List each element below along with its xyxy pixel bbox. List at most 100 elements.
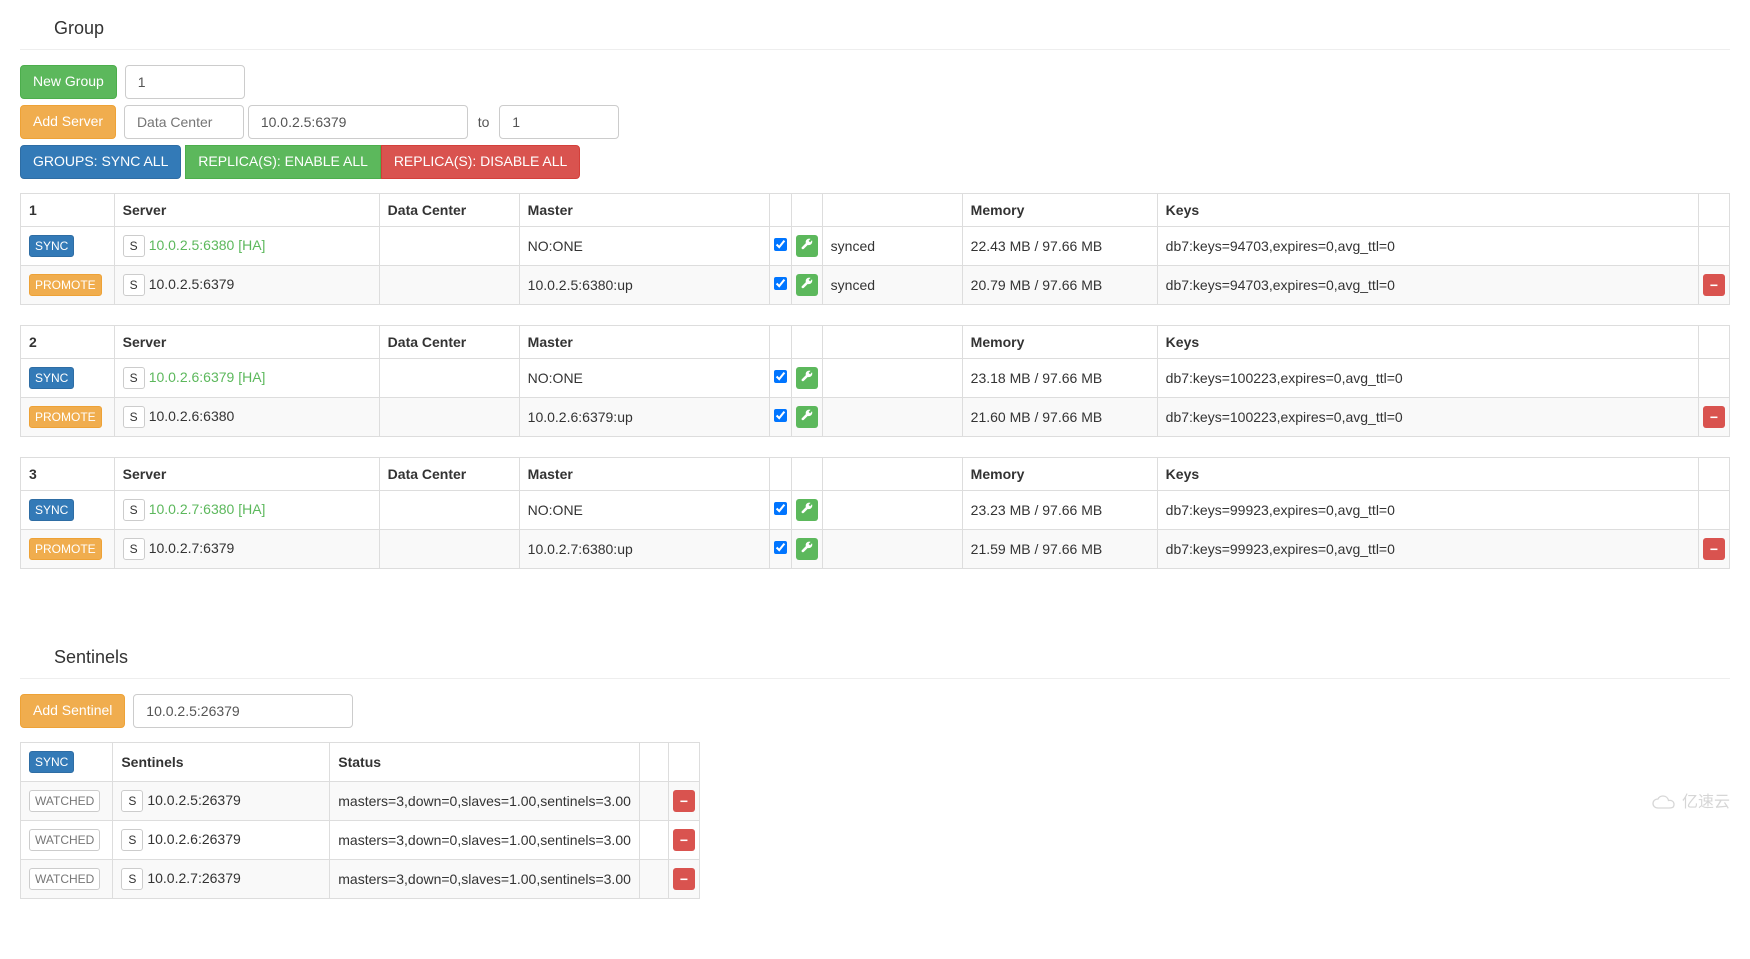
col-server: Server (114, 193, 379, 226)
col-status: Status (330, 742, 640, 781)
col-master: Master (519, 193, 769, 226)
sync-state (822, 490, 962, 529)
sentinel-status: masters=3,down=0,slaves=1.00,sentinels=3… (330, 781, 640, 820)
server-badge[interactable]: S (123, 499, 145, 521)
data-center-cell (379, 226, 519, 265)
watermark: 亿速云 (1650, 788, 1730, 812)
memory-cell: 21.59 MB / 97.66 MB (962, 529, 1157, 568)
row-checkbox[interactable] (774, 541, 787, 554)
memory-cell: 23.23 MB / 97.66 MB (962, 490, 1157, 529)
col-spacer (639, 742, 668, 781)
sync-button[interactable]: SYNC (29, 235, 74, 257)
server-text: 10.0.2.6:6380 (149, 408, 235, 424)
master-cell: NO:ONE (519, 226, 769, 265)
row-checkbox[interactable] (774, 370, 787, 383)
delete-server-button[interactable] (1703, 538, 1725, 560)
col-master: Master (519, 325, 769, 358)
data-center-cell (379, 358, 519, 397)
master-cell: NO:ONE (519, 490, 769, 529)
sync-button[interactable]: SYNC (29, 499, 74, 521)
row-checkbox[interactable] (774, 277, 787, 290)
minus-icon (1710, 541, 1718, 557)
memory-cell: 23.18 MB / 97.66 MB (962, 358, 1157, 397)
server-badge[interactable]: S (121, 829, 143, 851)
wrench-button[interactable] (796, 274, 818, 296)
wrench-button[interactable] (796, 367, 818, 389)
add-server-button[interactable]: Add Server (20, 105, 116, 139)
promote-button[interactable]: PROMOTE (29, 538, 102, 560)
server-link[interactable]: 10.0.2.7:6380 [HA] (149, 501, 266, 517)
sync-button[interactable]: SYNC (29, 367, 74, 389)
row-checkbox[interactable] (774, 502, 787, 515)
sentinel-row: WATCHED S10.0.2.6:26379 masters=3,down=0,s… (21, 820, 700, 859)
watched-button: WATCHED (29, 790, 100, 812)
keys-cell: db7:keys=94703,expires=0,avg_ttl=0 (1157, 226, 1698, 265)
master-cell: 10.0.2.5:6380:up (519, 265, 769, 304)
server-badge[interactable]: S (123, 235, 145, 257)
delete-sentinel-button[interactable] (673, 829, 695, 851)
col-data-center: Data Center (379, 193, 519, 226)
groups-sync-all-button[interactable]: GROUPS: SYNC ALL (20, 145, 181, 179)
server-link[interactable]: 10.0.2.5:6380 [HA] (149, 237, 266, 253)
server-badge[interactable]: S (123, 406, 145, 428)
group-table: 3ServerData CenterMasterMemoryKeysSYNCS1… (20, 457, 1730, 569)
wrench-button[interactable] (796, 538, 818, 560)
watched-button: WATCHED (29, 829, 100, 851)
row-checkbox[interactable] (774, 409, 787, 422)
minus-icon (1710, 409, 1718, 425)
replicas-disable-all-button[interactable]: REPLICA(S): DISABLE ALL (381, 145, 581, 179)
server-link[interactable]: 10.0.2.6:6379 [HA] (149, 369, 266, 385)
group-id-header: 2 (21, 325, 115, 358)
group-table: 1ServerData CenterMasterMemoryKeysSYNCS1… (20, 193, 1730, 305)
new-group-input[interactable] (125, 65, 245, 99)
data-center-input[interactable] (124, 105, 244, 139)
col-memory: Memory (962, 325, 1157, 358)
sentinels-sync-button[interactable]: SYNC (29, 751, 74, 773)
sentinel-row: WATCHEDS10.0.2.7:26379masters=3,down=0,s… (21, 859, 700, 898)
col-memory: Memory (962, 193, 1157, 226)
wrench-button[interactable] (796, 235, 818, 257)
promote-button[interactable]: PROMOTE (29, 274, 102, 296)
delete-sentinel-button[interactable] (673, 790, 695, 812)
sentinel-addr: 10.0.2.6:26379 (147, 831, 240, 847)
sentinel-status: masters=3,down=0,slaves=1.00,sentinels=3… (330, 820, 640, 859)
row-checkbox[interactable] (774, 238, 787, 251)
new-group-button[interactable]: New Group (20, 65, 117, 99)
col-memory: Memory (962, 457, 1157, 490)
wrench-icon (800, 238, 814, 254)
delete-server-button[interactable] (1703, 274, 1725, 296)
server-badge[interactable]: S (123, 367, 145, 389)
server-row: SYNCS10.0.2.6:6379 [HA]NO:ONE23.18 MB / … (21, 358, 1730, 397)
col-keys: Keys (1157, 457, 1698, 490)
wrench-button[interactable] (796, 499, 818, 521)
col-data-center: Data Center (379, 325, 519, 358)
keys-cell: db7:keys=100223,expires=0,avg_ttl=0 (1157, 397, 1698, 436)
server-badge[interactable]: S (121, 790, 143, 812)
watched-button: WATCHED (29, 868, 100, 890)
promote-button[interactable]: PROMOTE (29, 406, 102, 428)
group-section-title: Group (54, 18, 1730, 39)
server-address-input[interactable] (248, 105, 468, 139)
add-sentinel-button[interactable]: Add Sentinel (20, 694, 125, 728)
replicas-enable-all-button[interactable]: REPLICA(S): ENABLE ALL (185, 145, 381, 179)
group-id-input[interactable] (499, 105, 619, 139)
data-center-cell (379, 265, 519, 304)
server-badge[interactable]: S (121, 868, 143, 890)
col-sentinels: Sentinels (113, 742, 330, 781)
server-row: PROMOTES10.0.2.7:637910.0.2.7:6380:up21.… (21, 529, 1730, 568)
delete-sentinel-button[interactable] (673, 868, 695, 890)
data-center-cell (379, 529, 519, 568)
server-badge[interactable]: S (123, 538, 145, 560)
server-badge[interactable]: S (123, 274, 145, 296)
minus-icon (680, 832, 688, 848)
sentinel-address-input[interactable] (133, 694, 353, 728)
col-master: Master (519, 457, 769, 490)
server-row: PROMOTES10.0.2.5:637910.0.2.5:6380:upsyn… (21, 265, 1730, 304)
wrench-button[interactable] (796, 406, 818, 428)
memory-cell: 21.60 MB / 97.66 MB (962, 397, 1157, 436)
sync-state: synced (822, 265, 962, 304)
keys-cell: db7:keys=100223,expires=0,avg_ttl=0 (1157, 358, 1698, 397)
delete-server-button[interactable] (1703, 406, 1725, 428)
wrench-icon (800, 370, 814, 386)
wrench-icon (800, 409, 814, 425)
